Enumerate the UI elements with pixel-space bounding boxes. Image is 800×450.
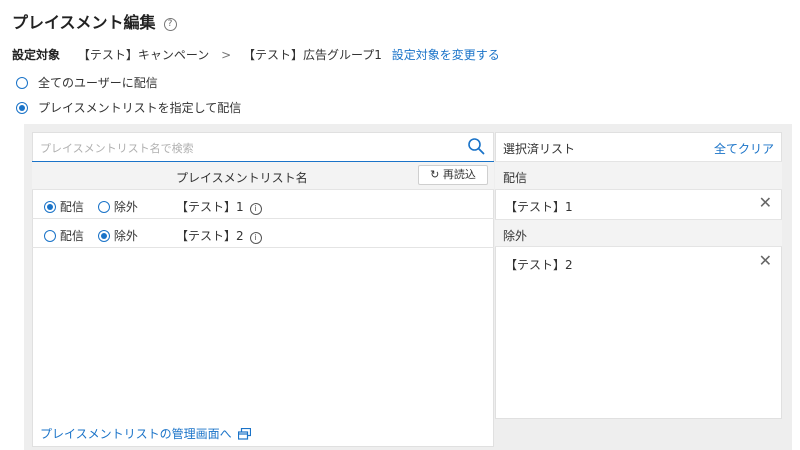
breadcrumb-campaign: 【テスト】キャンペーン (77, 48, 210, 62)
exclude-radio-button[interactable] (98, 201, 110, 213)
list-row: 配信 除外 【テスト】1 i (32, 190, 494, 219)
remove-icon[interactable]: ✕ (759, 193, 772, 212)
placement-list-name: 【テスト】2 i (176, 227, 262, 244)
manage-placement-lists-link[interactable]: プレイスメントリストの管理画面へ (40, 425, 251, 443)
deliver-section-label: 配信 (503, 171, 528, 185)
exclude-radio-button[interactable] (98, 230, 110, 242)
selected-list-header: 選択済リスト 全てクリア (495, 132, 782, 162)
list-row: 配信 除外 【テスト】2 i (32, 219, 494, 248)
column-name-header: プレイスメントリスト名 (176, 171, 308, 185)
deliver-radio-button[interactable] (44, 201, 56, 213)
info-icon[interactable]: i (249, 232, 262, 244)
radio-option-all-users[interactable]: 全てのユーザーに配信 (16, 74, 158, 91)
deliver-section-header: 配信 (495, 162, 782, 190)
reload-icon: ↻ (430, 168, 440, 181)
selected-item-name: 【テスト】1 (505, 200, 573, 214)
selected-item: 【テスト】2 ✕ (495, 248, 782, 277)
exclude-radio-label: 除外 (113, 229, 138, 243)
deliver-radio-label: 配信 (59, 200, 84, 214)
list-column-header: プレイスメントリスト名 ↻ 再読込 (32, 162, 494, 190)
info-icon[interactable]: i (249, 203, 262, 215)
page-title-text: プレイスメント編集 (12, 13, 156, 32)
radio-label-placement-list: プレイスメントリストを指定して配信 (38, 101, 242, 115)
deliver-radio-option[interactable]: 配信 (44, 198, 84, 215)
radio-label-all-users: 全てのユーザーに配信 (38, 76, 158, 90)
exclude-section-header: 除外 (495, 219, 782, 247)
selected-list-title: 選択済リスト (503, 142, 576, 156)
radio-button-all-users[interactable] (16, 77, 28, 89)
deliver-radio-option[interactable]: 配信 (44, 227, 84, 244)
deliver-radio-button[interactable] (44, 230, 56, 242)
target-breadcrumb: 設定対象 【テスト】キャンペーン > 【テスト】広告グループ1 設定対象を変更す… (12, 46, 500, 63)
radio-button-placement-list[interactable] (16, 102, 28, 114)
clear-all-link[interactable]: 全てクリア (714, 140, 774, 157)
help-icon[interactable]: ? (163, 18, 177, 31)
page-title: プレイスメント編集? (12, 9, 177, 33)
radio-option-placement-list[interactable]: プレイスメントリストを指定して配信 (16, 99, 241, 116)
remove-icon[interactable]: ✕ (759, 251, 772, 270)
search-icon[interactable] (467, 137, 485, 158)
breadcrumb-ad-group: 【テスト】広告グループ1 (242, 48, 382, 62)
search-box (32, 132, 494, 162)
search-input[interactable] (38, 138, 462, 158)
manage-link-label: プレイスメントリストの管理画面へ (40, 427, 232, 441)
change-target-link[interactable]: 設定対象を変更する (392, 48, 500, 62)
deliver-radio-label: 配信 (59, 229, 84, 243)
exclude-radio-option[interactable]: 除外 (98, 227, 138, 244)
exclude-radio-label: 除外 (113, 200, 138, 214)
exclude-section-label: 除外 (503, 229, 528, 243)
reload-label: 再読込 (442, 168, 476, 181)
exclude-radio-option[interactable]: 除外 (98, 198, 138, 215)
selected-item: 【テスト】1 ✕ (495, 190, 782, 219)
breadcrumb-separator: > (221, 48, 232, 62)
placement-list-name: 【テスト】1 i (176, 198, 262, 215)
external-window-icon (237, 427, 251, 443)
selected-item-name: 【テスト】2 (505, 258, 573, 272)
placement-list-name-text: 【テスト】1 (176, 200, 244, 214)
placement-list-name-text: 【テスト】2 (176, 229, 244, 243)
target-label: 設定対象 (12, 48, 61, 62)
reload-button[interactable]: ↻ 再読込 (418, 165, 488, 185)
